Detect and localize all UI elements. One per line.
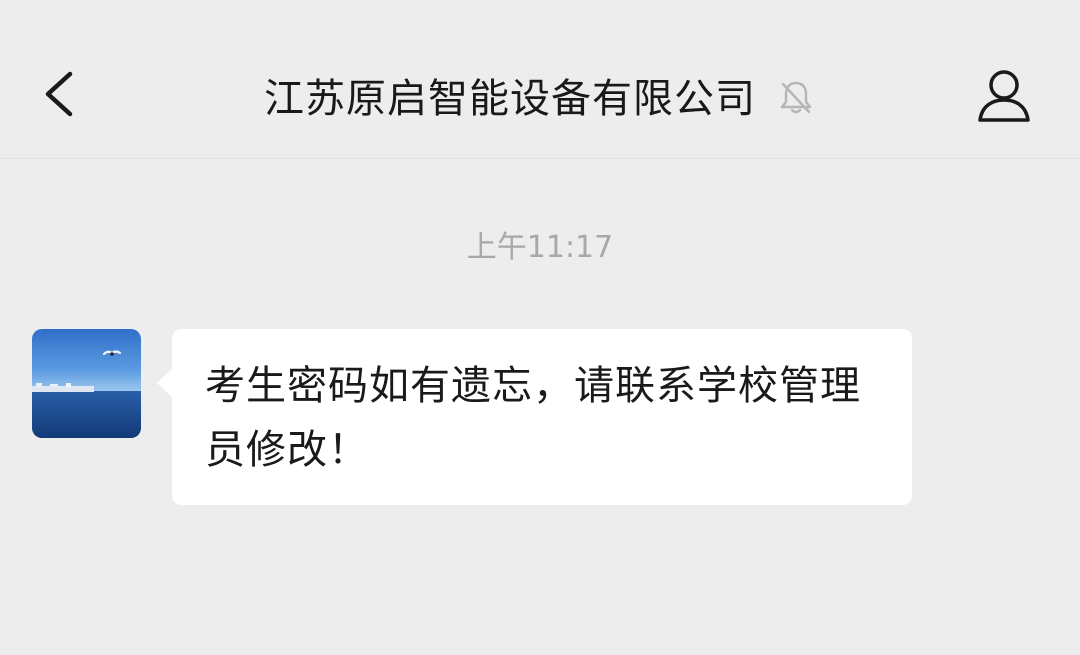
avatar[interactable]: [32, 329, 141, 438]
bubble-tail: [157, 368, 173, 398]
chat-title: 江苏原启智能设备有限公司: [264, 76, 756, 122]
message-bubble[interactable]: 考生密码如有遗忘，请联系学校管理员修改！: [172, 329, 912, 505]
chat-header: 江苏原启智能设备有限公司: [0, 0, 1080, 159]
title-bar: 江苏原启智能设备有限公司: [0, 60, 1080, 130]
seascape-avatar-image: [32, 329, 141, 438]
bell-off-icon: [780, 81, 812, 114]
message-timestamp: 上午11:17: [466, 230, 614, 265]
message-text: 考生密码如有遗忘，请联系学校管理员修改！: [205, 363, 861, 473]
person-icon: [978, 70, 1030, 122]
profile-button[interactable]: [972, 64, 1036, 128]
